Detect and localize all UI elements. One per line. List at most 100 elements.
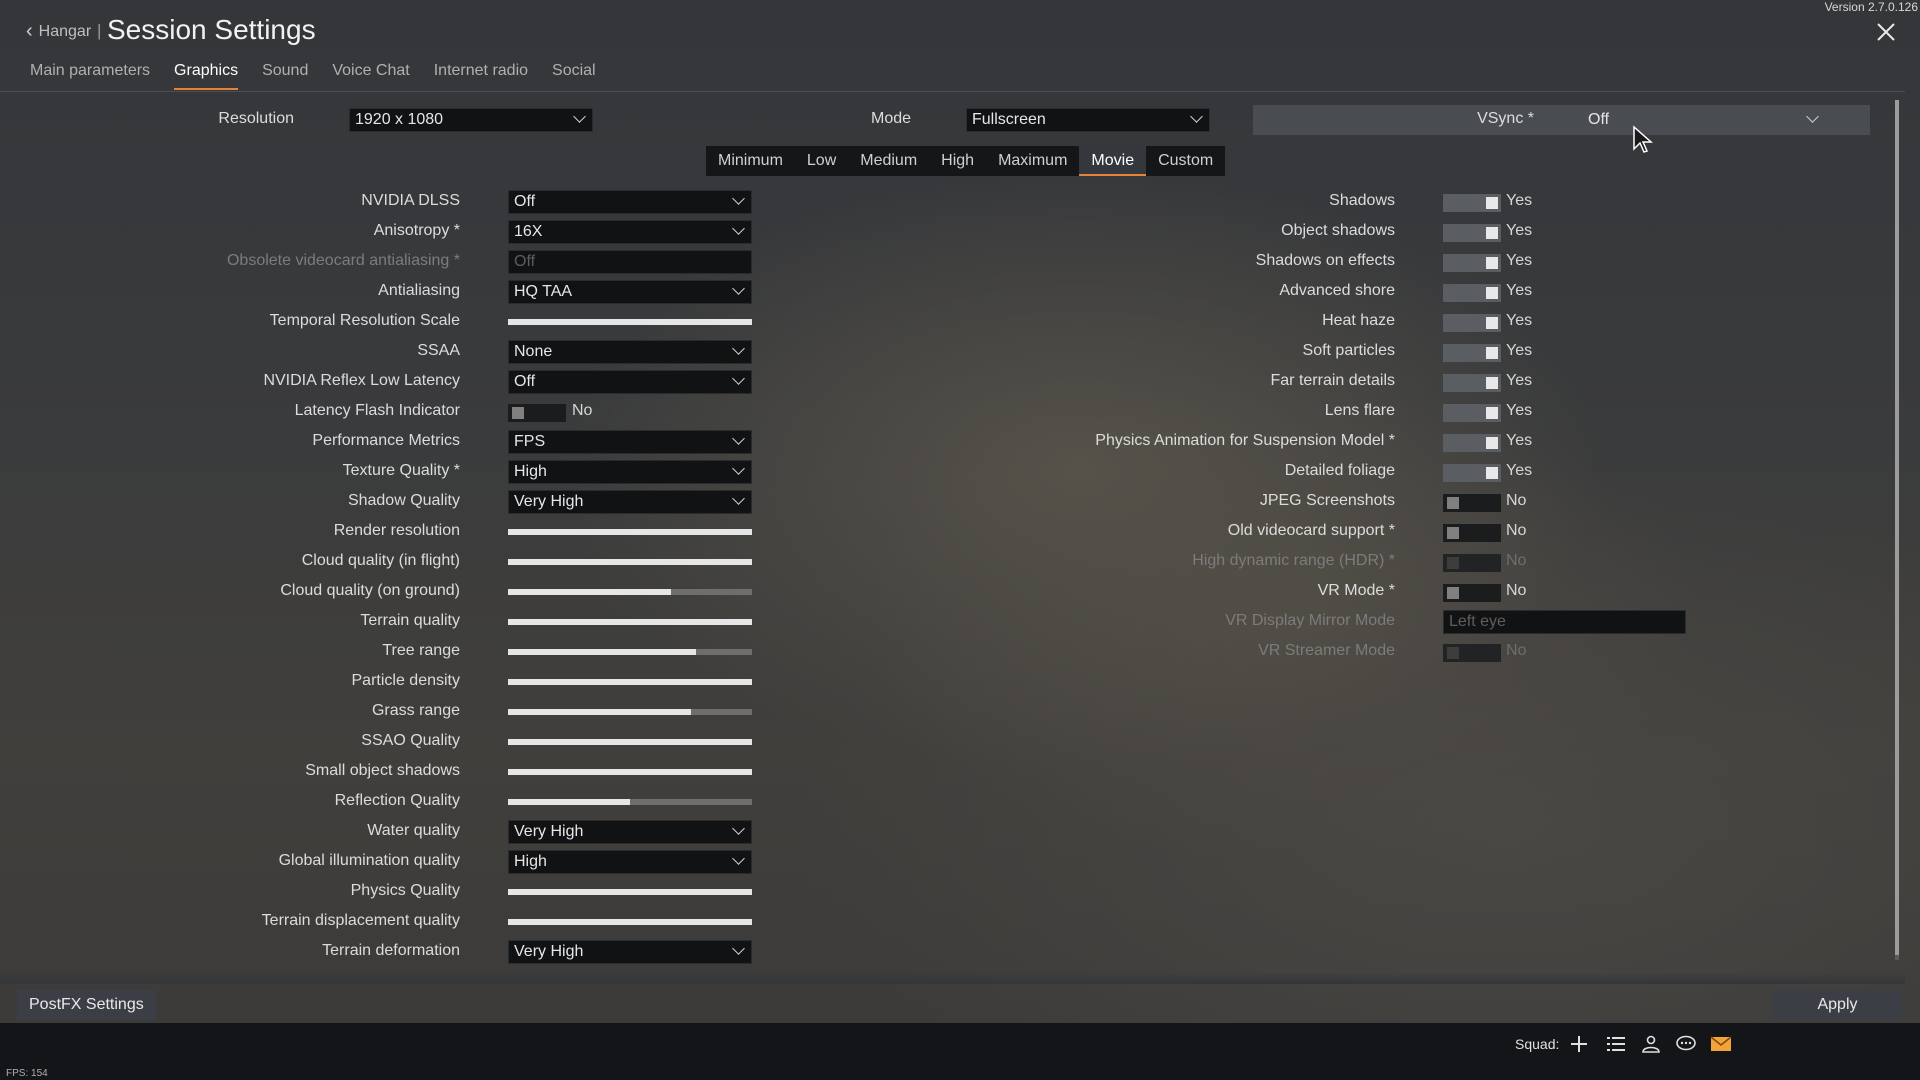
chat-icon[interactable]: [1674, 1032, 1698, 1056]
preset-high[interactable]: High: [929, 146, 986, 176]
chevron-down-icon: [732, 432, 745, 445]
add-squad-icon[interactable]: [1567, 1032, 1591, 1056]
heat-haze-toggle[interactable]: [1443, 314, 1501, 332]
toggle-knob: [1486, 347, 1498, 359]
small-object-shadows-slider-fill: [508, 769, 752, 775]
shadow-quality-dropdown[interactable]: Very High: [508, 490, 752, 514]
close-icon[interactable]: [1874, 20, 1898, 44]
tab-voice-chat[interactable]: Voice Chat: [332, 62, 409, 90]
particle-density-slider[interactable]: [508, 679, 752, 685]
tab-graphics[interactable]: Graphics: [174, 62, 239, 90]
ssao-quality-slider[interactable]: [508, 739, 752, 745]
detailed-foliage-toggle[interactable]: [1443, 464, 1501, 482]
list-icon[interactable]: [1604, 1032, 1628, 1056]
vr-mode-value: No: [1506, 582, 1527, 599]
object-shadows-label: Object shadows: [1281, 222, 1395, 239]
jpeg-screenshots-label: JPEG Screenshots: [1259, 492, 1395, 509]
reflection-quality-slider[interactable]: [508, 799, 752, 805]
particle-density-label: Particle density: [351, 672, 461, 689]
contacts-icon[interactable]: [1639, 1032, 1663, 1056]
cloud-quality-on-ground-slider[interactable]: [508, 589, 752, 595]
postfx-settings-button[interactable]: PostFX Settings: [17, 990, 156, 1020]
object-shadows-toggle[interactable]: [1443, 224, 1501, 242]
tab-main-parameters[interactable]: Main parameters: [30, 62, 150, 90]
heat-haze-value: Yes: [1506, 312, 1533, 329]
small-object-shadows-slider[interactable]: [508, 769, 752, 775]
mail-icon[interactable]: [1709, 1032, 1733, 1056]
latency-flash-indicator-value: No: [572, 402, 593, 419]
chevron-down-icon: [732, 282, 745, 295]
ssao-quality-label: SSAO Quality: [361, 732, 460, 749]
tree-range-label: Tree range: [382, 642, 460, 659]
detailed-foliage-label: Detailed foliage: [1284, 462, 1395, 479]
vsync-dropdown[interactable]: Off: [1582, 108, 1826, 132]
terrain-deformation-dropdown[interactable]: Very High: [508, 940, 752, 964]
shadows-on-effects-label: Shadows on effects: [1255, 252, 1395, 269]
mode-dropdown[interactable]: Fullscreen: [966, 108, 1210, 132]
temporal-resolution-scale-slider[interactable]: [508, 319, 752, 325]
grass-range-slider[interactable]: [508, 709, 752, 715]
shadows-toggle[interactable]: [1443, 194, 1501, 212]
cloud-quality-in-flight-slider-fill: [508, 559, 752, 565]
tree-range-slider[interactable]: [508, 649, 752, 655]
obsolete-videocard-antialiasing-label: Obsolete videocard antialiasing *: [226, 252, 460, 269]
far-terrain-details-toggle[interactable]: [1443, 374, 1501, 392]
shadows-on-effects-toggle[interactable]: [1443, 254, 1501, 272]
nvidia-reflex-low-latency-dropdown[interactable]: Off: [508, 370, 752, 394]
vr-mode-label: VR Mode *: [1317, 582, 1395, 599]
tab-social[interactable]: Social: [552, 62, 596, 90]
high-dynamic-range-hdr-label: High dynamic range (HDR) *: [1192, 552, 1395, 569]
old-videocard-support-toggle[interactable]: [1443, 524, 1501, 542]
physics-quality-label: Physics Quality: [350, 882, 460, 899]
mouse-cursor-icon: [1632, 125, 1656, 160]
preset-medium[interactable]: Medium: [848, 146, 929, 176]
preset-maximum[interactable]: Maximum: [986, 146, 1079, 176]
water-quality-dropdown[interactable]: Very High: [508, 820, 752, 844]
terrain-displacement-quality-label: Terrain displacement quality: [261, 912, 460, 929]
vr-streamer-mode-value: No: [1506, 642, 1527, 659]
toggle-knob: [1486, 287, 1498, 299]
physics-quality-slider[interactable]: [508, 889, 752, 895]
tab-sound[interactable]: Sound: [262, 62, 308, 90]
obsolete-videocard-antialiasing-value: Off: [514, 253, 536, 270]
tab-internet-radio[interactable]: Internet radio: [434, 62, 528, 90]
texture-quality-dropdown[interactable]: High: [508, 460, 752, 484]
chevron-down-icon: [732, 462, 745, 475]
terrain-displacement-quality-slider[interactable]: [508, 919, 752, 925]
vr-mode-toggle[interactable]: [1443, 584, 1501, 602]
preset-low[interactable]: Low: [795, 146, 848, 176]
cloud-quality-in-flight-slider[interactable]: [508, 559, 752, 565]
ssaa-dropdown[interactable]: None: [508, 340, 752, 364]
lens-flare-toggle[interactable]: [1443, 404, 1501, 422]
chevron-down-icon: [732, 342, 745, 355]
back-to-hangar-button[interactable]: ‹ Hangar: [26, 20, 91, 43]
mode-label: Mode: [871, 110, 912, 127]
nvidia-reflex-low-latency-label: NVIDIA Reflex Low Latency: [263, 372, 460, 389]
latency-flash-indicator-toggle[interactable]: [508, 404, 566, 422]
page-title: Session Settings: [107, 14, 316, 45]
scrollbar-thumb[interactable]: [1895, 100, 1899, 955]
chevron-down-icon: [1190, 110, 1203, 123]
mode-value: Fullscreen: [972, 111, 1046, 128]
apply-button[interactable]: Apply: [1773, 990, 1902, 1020]
cloud-quality-in-flight-label: Cloud quality (in flight): [301, 552, 460, 569]
old-videocard-support-value: No: [1506, 522, 1527, 539]
advanced-shore-toggle[interactable]: [1443, 284, 1501, 302]
resolution-dropdown[interactable]: 1920 x 1080: [349, 108, 593, 132]
nvidia-dlss-dropdown[interactable]: Off: [508, 190, 752, 214]
render-resolution-slider[interactable]: [508, 529, 752, 535]
global-illumination-quality-dropdown[interactable]: High: [508, 850, 752, 874]
resolution-value: 1920 x 1080: [355, 111, 444, 128]
terrain-quality-slider[interactable]: [508, 619, 752, 625]
chevron-down-icon: [732, 192, 745, 205]
antialiasing-dropdown[interactable]: HQ TAA: [508, 280, 752, 304]
preset-custom[interactable]: Custom: [1146, 146, 1225, 176]
physics-animation-for-suspension-model-toggle[interactable]: [1443, 434, 1501, 452]
soft-particles-toggle[interactable]: [1443, 344, 1501, 362]
preset-minimum[interactable]: Minimum: [706, 146, 795, 176]
terrain-displacement-quality-slider-fill: [508, 919, 752, 925]
jpeg-screenshots-toggle[interactable]: [1443, 494, 1501, 512]
anisotropy-dropdown[interactable]: 16X: [508, 220, 752, 244]
preset-movie[interactable]: Movie: [1079, 146, 1147, 176]
performance-metrics-dropdown[interactable]: FPS: [508, 430, 752, 454]
